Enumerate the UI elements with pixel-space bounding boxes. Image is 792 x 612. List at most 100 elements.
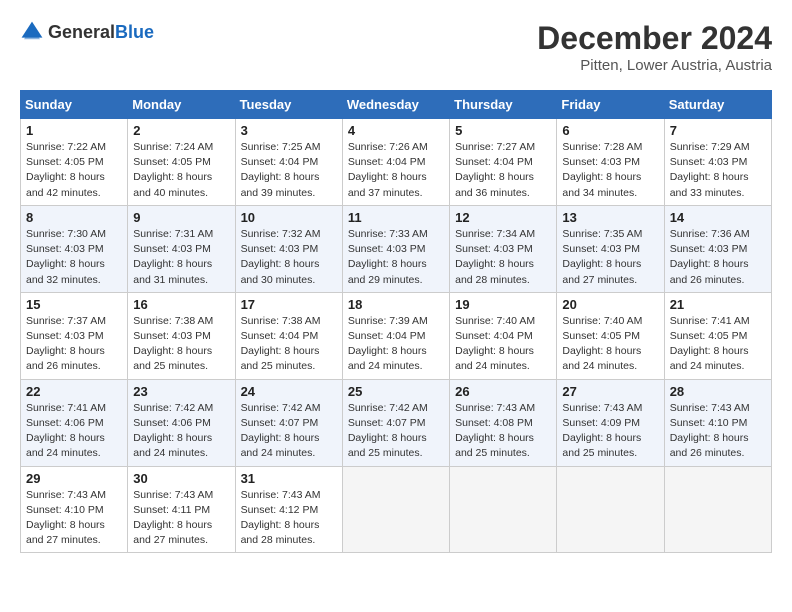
- day-info: Sunrise: 7:42 AMSunset: 4:07 PMDaylight:…: [241, 402, 321, 460]
- day-number: 24: [241, 384, 337, 399]
- day-number: 5: [455, 123, 551, 138]
- day-number: 16: [133, 297, 229, 312]
- table-cell: [664, 466, 771, 553]
- day-number: 23: [133, 384, 229, 399]
- day-number: 6: [562, 123, 658, 138]
- table-cell: 11 Sunrise: 7:33 AMSunset: 4:03 PMDaylig…: [342, 205, 449, 292]
- day-number: 13: [562, 210, 658, 225]
- table-cell: 10 Sunrise: 7:32 AMSunset: 4:03 PMDaylig…: [235, 205, 342, 292]
- day-info: Sunrise: 7:37 AMSunset: 4:03 PMDaylight:…: [26, 315, 106, 373]
- day-number: 12: [455, 210, 551, 225]
- day-info: Sunrise: 7:43 AMSunset: 4:10 PMDaylight:…: [26, 489, 106, 547]
- day-info: Sunrise: 7:43 AMSunset: 4:11 PMDaylight:…: [133, 489, 213, 547]
- day-info: Sunrise: 7:36 AMSunset: 4:03 PMDaylight:…: [670, 228, 750, 286]
- table-cell: [342, 466, 449, 553]
- table-cell: 2 Sunrise: 7:24 AMSunset: 4:05 PMDayligh…: [128, 119, 235, 206]
- day-info: Sunrise: 7:26 AMSunset: 4:04 PMDaylight:…: [348, 141, 428, 199]
- weekday-header-row: Sunday Monday Tuesday Wednesday Thursday…: [21, 91, 772, 119]
- day-number: 18: [348, 297, 444, 312]
- table-cell: 26 Sunrise: 7:43 AMSunset: 4:08 PMDaylig…: [450, 379, 557, 466]
- table-cell: 3 Sunrise: 7:25 AMSunset: 4:04 PMDayligh…: [235, 119, 342, 206]
- logo-text: GeneralBlue: [48, 22, 154, 43]
- day-info: Sunrise: 7:42 AMSunset: 4:06 PMDaylight:…: [133, 402, 213, 460]
- table-cell: 5 Sunrise: 7:27 AMSunset: 4:04 PMDayligh…: [450, 119, 557, 206]
- day-info: Sunrise: 7:34 AMSunset: 4:03 PMDaylight:…: [455, 228, 535, 286]
- calendar-row: 22 Sunrise: 7:41 AMSunset: 4:06 PMDaylig…: [21, 379, 772, 466]
- day-info: Sunrise: 7:33 AMSunset: 4:03 PMDaylight:…: [348, 228, 428, 286]
- day-info: Sunrise: 7:22 AMSunset: 4:05 PMDaylight:…: [26, 141, 106, 199]
- header-friday: Friday: [557, 91, 664, 119]
- day-info: Sunrise: 7:42 AMSunset: 4:07 PMDaylight:…: [348, 402, 428, 460]
- day-number: 9: [133, 210, 229, 225]
- calendar-table: Sunday Monday Tuesday Wednesday Thursday…: [20, 90, 772, 553]
- table-cell: 31 Sunrise: 7:43 AMSunset: 4:12 PMDaylig…: [235, 466, 342, 553]
- day-number: 25: [348, 384, 444, 399]
- month-title: December 2024: [537, 20, 772, 57]
- day-number: 4: [348, 123, 444, 138]
- logo-icon: [20, 20, 44, 44]
- table-cell: 6 Sunrise: 7:28 AMSunset: 4:03 PMDayligh…: [557, 119, 664, 206]
- day-info: Sunrise: 7:41 AMSunset: 4:06 PMDaylight:…: [26, 402, 106, 460]
- day-info: Sunrise: 7:25 AMSunset: 4:04 PMDaylight:…: [241, 141, 321, 199]
- day-number: 27: [562, 384, 658, 399]
- header-thursday: Thursday: [450, 91, 557, 119]
- header-saturday: Saturday: [664, 91, 771, 119]
- day-info: Sunrise: 7:43 AMSunset: 4:10 PMDaylight:…: [670, 402, 750, 460]
- table-cell: 30 Sunrise: 7:43 AMSunset: 4:11 PMDaylig…: [128, 466, 235, 553]
- day-info: Sunrise: 7:40 AMSunset: 4:05 PMDaylight:…: [562, 315, 642, 373]
- table-cell: 15 Sunrise: 7:37 AMSunset: 4:03 PMDaylig…: [21, 292, 128, 379]
- day-number: 2: [133, 123, 229, 138]
- day-info: Sunrise: 7:38 AMSunset: 4:04 PMDaylight:…: [241, 315, 321, 373]
- header-monday: Monday: [128, 91, 235, 119]
- logo: GeneralBlue: [20, 20, 154, 44]
- day-info: Sunrise: 7:40 AMSunset: 4:04 PMDaylight:…: [455, 315, 535, 373]
- table-cell: 21 Sunrise: 7:41 AMSunset: 4:05 PMDaylig…: [664, 292, 771, 379]
- day-number: 20: [562, 297, 658, 312]
- table-cell: 1 Sunrise: 7:22 AMSunset: 4:05 PMDayligh…: [21, 119, 128, 206]
- page-header: GeneralBlue December 2024 Pitten, Lower …: [20, 20, 772, 74]
- calendar-row: 29 Sunrise: 7:43 AMSunset: 4:10 PMDaylig…: [21, 466, 772, 553]
- table-cell: 16 Sunrise: 7:38 AMSunset: 4:03 PMDaylig…: [128, 292, 235, 379]
- header-sunday: Sunday: [21, 91, 128, 119]
- day-number: 31: [241, 471, 337, 486]
- day-info: Sunrise: 7:38 AMSunset: 4:03 PMDaylight:…: [133, 315, 213, 373]
- day-number: 29: [26, 471, 122, 486]
- day-number: 21: [670, 297, 766, 312]
- table-cell: [557, 466, 664, 553]
- table-cell: 4 Sunrise: 7:26 AMSunset: 4:04 PMDayligh…: [342, 119, 449, 206]
- table-cell: 29 Sunrise: 7:43 AMSunset: 4:10 PMDaylig…: [21, 466, 128, 553]
- day-number: 15: [26, 297, 122, 312]
- table-cell: 12 Sunrise: 7:34 AMSunset: 4:03 PMDaylig…: [450, 205, 557, 292]
- table-cell: [450, 466, 557, 553]
- day-number: 3: [241, 123, 337, 138]
- day-info: Sunrise: 7:35 AMSunset: 4:03 PMDaylight:…: [562, 228, 642, 286]
- day-info: Sunrise: 7:39 AMSunset: 4:04 PMDaylight:…: [348, 315, 428, 373]
- table-cell: 7 Sunrise: 7:29 AMSunset: 4:03 PMDayligh…: [664, 119, 771, 206]
- day-info: Sunrise: 7:30 AMSunset: 4:03 PMDaylight:…: [26, 228, 106, 286]
- table-cell: 19 Sunrise: 7:40 AMSunset: 4:04 PMDaylig…: [450, 292, 557, 379]
- table-cell: 8 Sunrise: 7:30 AMSunset: 4:03 PMDayligh…: [21, 205, 128, 292]
- day-number: 14: [670, 210, 766, 225]
- table-cell: 24 Sunrise: 7:42 AMSunset: 4:07 PMDaylig…: [235, 379, 342, 466]
- day-number: 22: [26, 384, 122, 399]
- table-cell: 9 Sunrise: 7:31 AMSunset: 4:03 PMDayligh…: [128, 205, 235, 292]
- table-cell: 23 Sunrise: 7:42 AMSunset: 4:06 PMDaylig…: [128, 379, 235, 466]
- table-cell: 28 Sunrise: 7:43 AMSunset: 4:10 PMDaylig…: [664, 379, 771, 466]
- day-info: Sunrise: 7:43 AMSunset: 4:08 PMDaylight:…: [455, 402, 535, 460]
- header-wednesday: Wednesday: [342, 91, 449, 119]
- table-cell: 25 Sunrise: 7:42 AMSunset: 4:07 PMDaylig…: [342, 379, 449, 466]
- table-cell: 17 Sunrise: 7:38 AMSunset: 4:04 PMDaylig…: [235, 292, 342, 379]
- day-info: Sunrise: 7:43 AMSunset: 4:12 PMDaylight:…: [241, 489, 321, 547]
- day-info: Sunrise: 7:32 AMSunset: 4:03 PMDaylight:…: [241, 228, 321, 286]
- day-number: 19: [455, 297, 551, 312]
- day-number: 8: [26, 210, 122, 225]
- table-cell: 14 Sunrise: 7:36 AMSunset: 4:03 PMDaylig…: [664, 205, 771, 292]
- table-cell: 27 Sunrise: 7:43 AMSunset: 4:09 PMDaylig…: [557, 379, 664, 466]
- day-info: Sunrise: 7:24 AMSunset: 4:05 PMDaylight:…: [133, 141, 213, 199]
- table-cell: 20 Sunrise: 7:40 AMSunset: 4:05 PMDaylig…: [557, 292, 664, 379]
- title-area: December 2024 Pitten, Lower Austria, Aus…: [537, 20, 772, 74]
- day-number: 1: [26, 123, 122, 138]
- day-number: 28: [670, 384, 766, 399]
- day-info: Sunrise: 7:41 AMSunset: 4:05 PMDaylight:…: [670, 315, 750, 373]
- table-cell: 13 Sunrise: 7:35 AMSunset: 4:03 PMDaylig…: [557, 205, 664, 292]
